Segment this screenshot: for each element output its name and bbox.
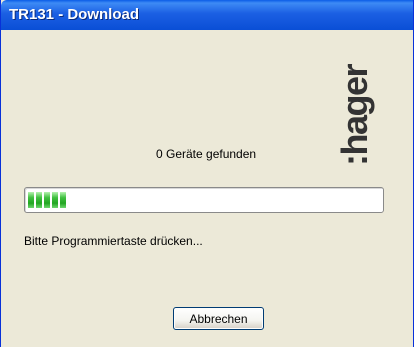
progress-bar xyxy=(24,187,384,213)
hager-logo: :hager xyxy=(337,63,375,166)
progress-chunk xyxy=(52,192,58,208)
progress-chunk xyxy=(28,192,34,208)
window-title: TR131 - Download xyxy=(9,6,140,23)
svg-text::hager: :hager xyxy=(337,63,375,166)
title-bar[interactable]: TR131 - Download xyxy=(1,0,413,30)
devices-found-label: 0 Geräte gefunden xyxy=(156,147,257,161)
progress-bar-fill xyxy=(28,192,66,208)
progress-chunk xyxy=(60,192,66,208)
instruction-text: Bitte Programmiertaste drücken... xyxy=(24,234,203,248)
progress-chunk xyxy=(36,192,42,208)
progress-chunk xyxy=(44,192,50,208)
cancel-button[interactable]: Abbrechen xyxy=(173,307,264,330)
download-dialog: TR131 - Download :hager 0 Geräte gefunde… xyxy=(0,0,414,347)
